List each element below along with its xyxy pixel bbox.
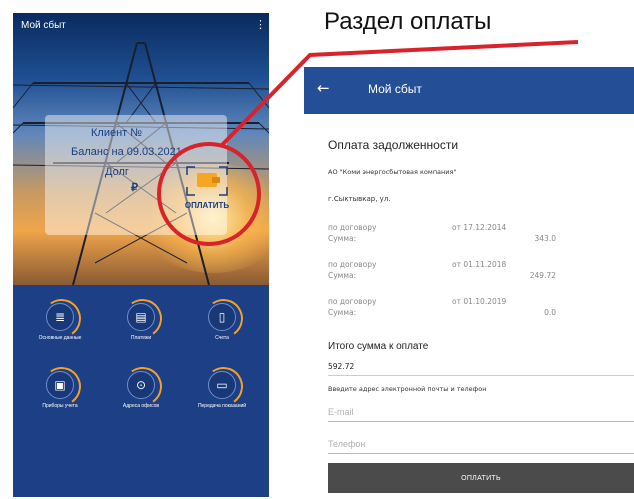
highlight-connector-line (220, 40, 579, 147)
highlight-circle (157, 142, 261, 246)
highlight-overlay (157, 40, 579, 246)
